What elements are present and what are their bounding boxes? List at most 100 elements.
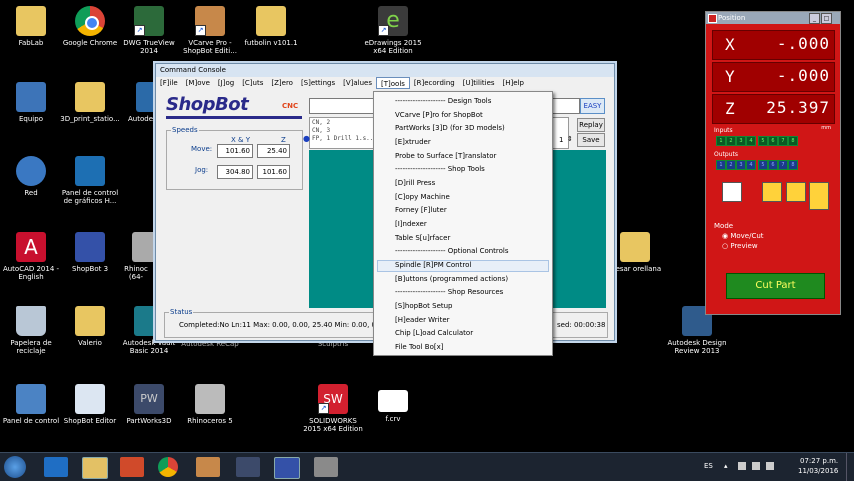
menu-zero[interactable]: [Z]ero [267,77,297,89]
menu-separator-design-tools: -------------------- Design Tools [395,97,492,105]
desktop-icon-rhino64[interactable]: Rhinoc (64- [118,232,162,281]
menu-item-extruder[interactable]: [E]xtruder [395,138,431,146]
menu-item-chip-load[interactable]: Chip [L]oad Calculator [395,329,473,337]
history-scroll-icon[interactable]: ⇕ [567,135,573,143]
menu-item-indexer[interactable]: [I]ndexer [395,220,427,228]
desktop-icon-shopbot-editor[interactable]: ShopBot Editor [59,384,121,425]
shopbot-taskbar-icon[interactable] [274,457,300,479]
x-axis-display[interactable]: X -.000 mm [712,30,835,67]
desktop-icon-vcarve[interactable]: ↗ VCarve Pro - ShopBot Editi... [179,6,241,55]
folder-icon [16,6,46,36]
desktop-icon-recycle-bin[interactable]: Papelera de reciclaje [0,306,62,355]
menu-settings[interactable]: [S]ettings [297,77,339,89]
menu-cuts[interactable]: [C]uts [238,77,267,89]
desktop-icon-chrome[interactable]: Google Chrome [59,6,121,47]
menu-move[interactable]: [M]ove [182,77,214,89]
tools-dropdown-menu: -------------------- Design Tools VCarve… [373,91,553,356]
jog-label: Jog: [195,166,209,174]
media-player-icon[interactable] [120,457,144,477]
vcarve-taskbar-icon[interactable] [196,457,220,477]
menu-utilities[interactable]: [U]tilities [459,77,499,89]
paint-taskbar-icon[interactable] [314,457,338,477]
menu-tools[interactable]: [T]ools [376,77,410,89]
desktop-icon-f-crv[interactable]: f.crv [362,384,424,423]
window-title: Command Console [156,64,614,77]
move-xy-field[interactable]: 101.60 [217,144,253,158]
menu-item-copy-machine[interactable]: [C]opy Machine [395,193,450,201]
z-axis-display[interactable]: Z 25.397 mm [712,94,835,131]
desktop-icon-resar-orellana[interactable]: resar orellana [606,232,668,273]
desktop-icon-valerio[interactable]: Valerio [59,306,121,347]
network-tray-icon[interactable] [752,462,760,470]
desktop-icon-partworks3d[interactable]: PW PartWorks3D [118,384,180,425]
desktop-icon-fablab[interactable]: FabLab [0,6,62,47]
menu-item-vcarve-pro[interactable]: VCarve [P]ro for ShopBot [395,111,483,119]
menu-help[interactable]: [H]elp [499,77,528,89]
desktop-icon-equipo[interactable]: Equipo [0,82,62,123]
show-desktop-button[interactable] [846,453,854,481]
menu-item-buttons[interactable]: [B]uttons (programmed actions) [395,275,508,283]
explorer-icon[interactable] [82,457,108,479]
y-axis-display[interactable]: Y -.000 mm [712,62,835,99]
desktop-icon-control-panel[interactable]: Panel de control [0,384,62,425]
maximize-icon[interactable]: □ [821,13,832,24]
zero-z-icon[interactable] [786,182,806,202]
menu-values[interactable]: [V]alues [339,77,376,89]
partworks-taskbar-icon[interactable] [236,457,260,477]
desktop-icon-edrawings[interactable]: e ↗ eDrawings 2015 x64 Edition [362,6,424,55]
menu-item-partworks3d[interactable]: PartWorks [3]D (for 3D models) [395,124,505,132]
desktop-icon-rhino5[interactable]: Rhinoceros 5 [179,384,241,425]
menu-item-shopbot-setup[interactable]: [S]hopBot Setup [395,302,453,310]
desktop-icon-graphics-panel[interactable]: Panel de control de gráficos H... [59,156,121,205]
menu-item-file-tool-box[interactable]: File Tool Bo[x] [395,343,443,351]
jog-xy-field[interactable]: 304.80 [217,165,253,179]
tray-expand-icon[interactable]: ▴ [724,462,728,470]
ie-icon[interactable] [44,457,68,477]
zero-xy-icon[interactable] [762,182,782,202]
mode-move-cut-radio[interactable]: ◉ Move/Cut [722,232,764,240]
easy-button[interactable]: EASY [580,98,605,114]
menu-separator-shop-tools: -------------------- Shop Tools [395,165,485,173]
language-indicator[interactable]: ES [704,462,713,470]
menu-item-drill-press[interactable]: [D]rill Press [395,179,435,187]
menu-item-table-surfacer[interactable]: Table S[u]rfacer [395,234,450,242]
save-button[interactable]: Save [577,133,605,147]
menu-item-spindle-rpm[interactable]: Spindle [R]PM Control [395,261,471,269]
shopbot-icon [75,232,105,262]
rhino-icon [195,384,225,414]
chrome-taskbar-icon[interactable] [158,457,178,477]
cut-part-button[interactable]: Cut Part [726,273,825,299]
menu-jog[interactable]: [J]og [214,77,238,89]
shortcut-arrow-icon: ↗ [318,403,329,414]
menu-recording[interactable]: [R]ecording [410,77,459,89]
move-z-field[interactable]: 25.40 [257,144,290,158]
desktop-icon-shopbot3[interactable]: ShopBot 3 [59,232,121,273]
desktop-icon-dwg-trueview[interactable]: ↗ DWG TrueView 2014 [118,6,180,55]
logo-underline [166,116,302,119]
menu-item-forney-fluter[interactable]: Forney [F]luter [395,206,447,214]
minimize-icon[interactable]: _ [809,13,820,24]
zero-axes-icon[interactable] [722,182,742,202]
network-icon [16,156,46,186]
desktop-icon-autocad[interactable]: A AutoCAD 2014 - English [0,232,62,281]
keypad-icon[interactable] [809,182,829,210]
jog-z-field[interactable]: 101.60 [257,165,290,179]
desktop-icon-futbolin[interactable]: futbolin v101.1 [240,6,302,47]
desktop-icon-red[interactable]: Red [0,156,62,197]
menu-item-header-writer[interactable]: [H]eader Writer [395,316,450,324]
flag-icon[interactable] [738,462,746,470]
mode-preview-radio[interactable]: ○ Preview [722,242,758,250]
volume-icon[interactable] [766,462,774,470]
chrome-icon [75,6,105,36]
replay-button[interactable]: Replay [577,118,605,132]
desktop-icon-autodesk-partial[interactable]: Autode [118,82,166,123]
clock-date[interactable]: 11/03/2016 [798,467,838,475]
start-button-icon[interactable] [4,456,26,478]
speeds-title: Speeds [171,126,199,134]
menu-item-probe-to-surface[interactable]: Probe to Surface [T]ranslator [395,152,496,160]
menu-file[interactable]: [F]ile [156,77,182,89]
clock-time[interactable]: 07:27 p.m. [800,457,838,465]
desktop-icon-3d-print[interactable]: 3D_print_statio... [59,82,121,123]
desktop-icon-solidworks[interactable]: SW ↗ SOLIDWORKS 2015 x64 Edition [302,384,364,433]
position-title: Position [718,14,746,22]
